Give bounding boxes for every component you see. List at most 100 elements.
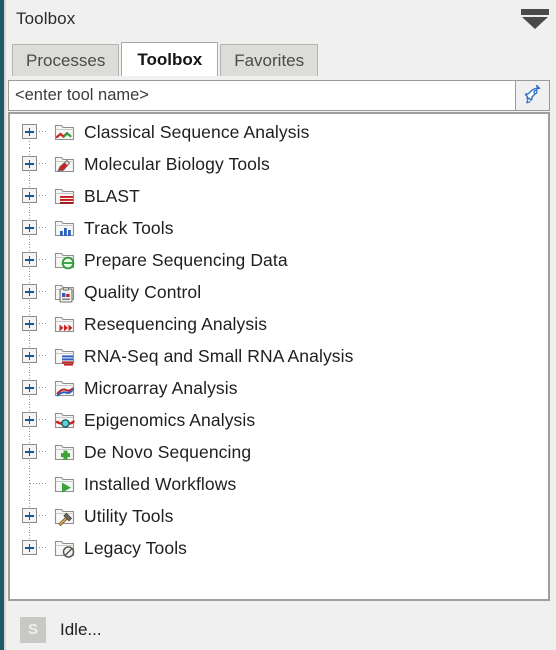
folder-barchart-icon-glyph bbox=[54, 220, 75, 237]
titlebar: Toolbox bbox=[6, 0, 556, 38]
expand-toggle-icon[interactable] bbox=[22, 124, 37, 139]
folder-barchart-icon bbox=[50, 217, 80, 239]
tab-favorites[interactable]: Favorites bbox=[220, 44, 319, 76]
folder-epigenomics-icon-glyph bbox=[54, 412, 75, 429]
tool-tree-panel[interactable]: Classical Sequence Analysis Molecular Bio… bbox=[8, 112, 550, 601]
tree-gutter bbox=[20, 532, 50, 564]
tabstrip: Processes Toolbox Favorites bbox=[6, 38, 556, 76]
tree-gutter bbox=[20, 500, 50, 532]
tree-item-de-novo-sequencing[interactable]: De Novo Sequencing bbox=[10, 436, 548, 468]
tree-item-utility-tools[interactable]: Utility Tools bbox=[10, 500, 548, 532]
folder-rnaseq-icon-glyph bbox=[54, 348, 75, 366]
expand-toggle-icon[interactable] bbox=[22, 508, 37, 523]
search-input-wrapper bbox=[8, 80, 516, 111]
toolbox-panel: Toolbox Processes Toolbox Favorites Classi… bbox=[0, 0, 556, 650]
tree-gutter bbox=[20, 468, 50, 500]
tree-gutter bbox=[20, 340, 50, 372]
tool-tree-list: Classical Sequence Analysis Molecular Bio… bbox=[10, 114, 548, 564]
tree-item-label: Prepare Sequencing Data bbox=[84, 249, 288, 270]
tree-item-legacy-tools[interactable]: Legacy Tools bbox=[10, 532, 548, 564]
tree-item-label: BLAST bbox=[84, 185, 140, 206]
tree-item-label: Epigenomics Analysis bbox=[84, 409, 256, 430]
expand-toggle-icon[interactable] bbox=[22, 444, 37, 459]
page-title: Toolbox bbox=[16, 9, 76, 28]
collapse-triangle-icon[interactable] bbox=[514, 1, 556, 37]
tree-gutter bbox=[20, 244, 50, 276]
tree-connector-elbow bbox=[30, 483, 46, 484]
tree-item-label: Microarray Analysis bbox=[84, 377, 238, 398]
tree-gutter bbox=[20, 308, 50, 340]
tree-connector-line bbox=[29, 468, 30, 500]
tree-item-molecular-biology-tools[interactable]: Molecular Biology Tools bbox=[10, 148, 548, 180]
folder-blast-icon bbox=[50, 185, 80, 207]
folder-green-plus-icon-glyph bbox=[54, 444, 75, 461]
tree-gutter bbox=[20, 148, 50, 180]
folder-sequence-icon bbox=[50, 121, 80, 143]
tab-toolbox[interactable]: Toolbox bbox=[121, 42, 219, 76]
folder-green-circle-icon-glyph bbox=[54, 252, 75, 270]
folder-pen-icon-glyph bbox=[54, 156, 75, 173]
tree-item-label: Installed Workflows bbox=[84, 473, 237, 494]
tree-item-track-tools[interactable]: Track Tools bbox=[10, 212, 548, 244]
collapse-triangle-shape bbox=[522, 17, 548, 29]
folder-clipboard-icon-glyph bbox=[54, 284, 75, 303]
expand-toggle-icon[interactable] bbox=[22, 188, 37, 203]
folder-play-icon-glyph bbox=[54, 476, 75, 493]
tree-item-label: Quality Control bbox=[84, 281, 202, 302]
rocket-icon[interactable] bbox=[516, 80, 550, 111]
tree-gutter bbox=[20, 212, 50, 244]
expand-toggle-icon[interactable] bbox=[22, 316, 37, 331]
tree-item-prepare-sequencing-data[interactable]: Prepare Sequencing Data bbox=[10, 244, 548, 276]
tree-item-epigenomics-analysis[interactable]: Epigenomics Analysis bbox=[10, 404, 548, 436]
expand-toggle-icon[interactable] bbox=[22, 380, 37, 395]
expand-toggle-icon[interactable] bbox=[22, 284, 37, 299]
expand-toggle-icon[interactable] bbox=[22, 252, 37, 267]
tab-label: Toolbox bbox=[137, 49, 203, 69]
folder-curves-icon-glyph bbox=[54, 380, 75, 397]
tree-item-label: Utility Tools bbox=[84, 505, 174, 526]
tab-label: Favorites bbox=[234, 50, 305, 70]
tree-gutter bbox=[20, 180, 50, 212]
tree-item-classical-sequence-analysis[interactable]: Classical Sequence Analysis bbox=[10, 116, 548, 148]
status-badge: S bbox=[20, 616, 46, 643]
tree-item-microarray-analysis[interactable]: Microarray Analysis bbox=[10, 372, 548, 404]
folder-play-icon bbox=[50, 473, 80, 495]
folder-red-arrows-icon-glyph bbox=[54, 316, 75, 333]
status-bar: S Idle... bbox=[6, 609, 556, 650]
collapse-bar-shape bbox=[521, 9, 549, 15]
rocket-glyph bbox=[524, 84, 540, 103]
tree-gutter bbox=[20, 372, 50, 404]
folder-hammer-icon-glyph bbox=[54, 508, 75, 527]
search-input[interactable] bbox=[9, 86, 515, 105]
tree-item-quality-control[interactable]: Quality Control bbox=[10, 276, 548, 308]
tree-item-label: Resequencing Analysis bbox=[84, 313, 268, 334]
expand-toggle-icon[interactable] bbox=[22, 540, 37, 555]
folder-rnaseq-icon bbox=[50, 345, 80, 367]
tree-item-label: De Novo Sequencing bbox=[84, 441, 252, 462]
search-row bbox=[8, 80, 550, 111]
folder-curves-icon bbox=[50, 377, 80, 399]
folder-clock-icon bbox=[50, 537, 80, 559]
folder-sequence-icon-glyph bbox=[54, 124, 75, 141]
tree-item-label: Molecular Biology Tools bbox=[84, 153, 270, 174]
folder-clipboard-icon bbox=[50, 281, 80, 303]
tree-item-label: RNA-Seq and Small RNA Analysis bbox=[84, 345, 354, 366]
folder-hammer-icon bbox=[50, 505, 80, 527]
left-accent-inner bbox=[4, 0, 6, 650]
tree-item-resequencing-analysis[interactable]: Resequencing Analysis bbox=[10, 308, 548, 340]
folder-pen-icon bbox=[50, 153, 80, 175]
status-text: Idle... bbox=[60, 619, 102, 639]
folder-green-circle-icon bbox=[50, 249, 80, 271]
folder-epigenomics-icon bbox=[50, 409, 80, 431]
expand-toggle-icon[interactable] bbox=[22, 156, 37, 171]
expand-toggle-icon[interactable] bbox=[22, 220, 37, 235]
expand-toggle-icon[interactable] bbox=[22, 348, 37, 363]
folder-blast-icon-glyph bbox=[54, 188, 75, 205]
tree-item-installed-workflows[interactable]: Installed Workflows bbox=[10, 468, 548, 500]
tree-item-blast[interactable]: BLAST bbox=[10, 180, 548, 212]
tree-item-label: Track Tools bbox=[84, 217, 174, 238]
tree-item-rna-seq-and-small-rna-analysis[interactable]: RNA-Seq and Small RNA Analysis bbox=[10, 340, 548, 372]
tab-processes[interactable]: Processes bbox=[12, 44, 120, 76]
expand-toggle-icon[interactable] bbox=[22, 412, 37, 427]
folder-red-arrows-icon bbox=[50, 313, 80, 335]
